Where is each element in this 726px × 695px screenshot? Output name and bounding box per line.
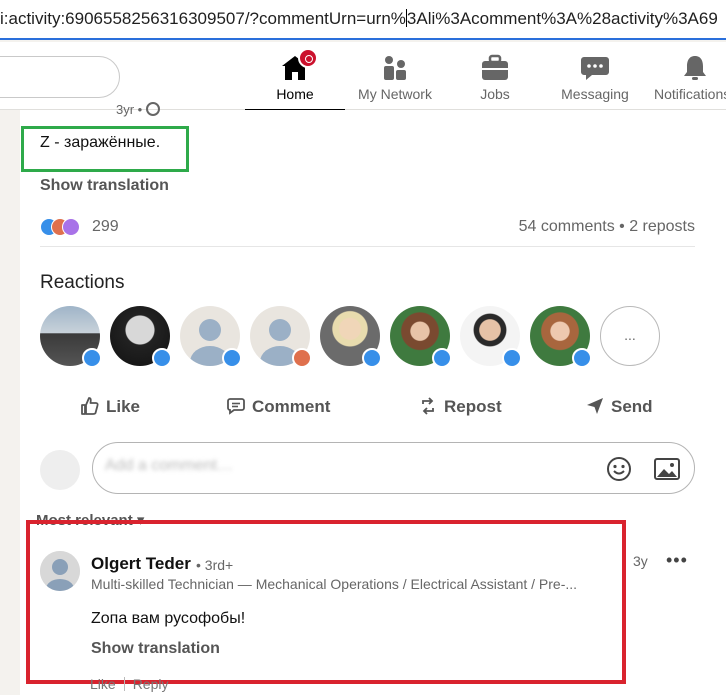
globe-icon (145, 102, 160, 116)
comment-reply-button[interactable]: Reply (133, 676, 169, 692)
emoji-icon[interactable] (606, 456, 632, 482)
nav-my-network[interactable]: My Network (350, 42, 440, 110)
post-actions: Like Comment Repost Send (20, 390, 726, 430)
reactor-avatar[interactable] (40, 306, 102, 368)
more-reactors-button[interactable]: ... (600, 306, 660, 366)
commenter-name[interactable]: Olgert Teder (91, 554, 191, 574)
reaction-icons (40, 216, 90, 238)
send-icon (585, 396, 605, 416)
post-show-translation[interactable]: Show translation (40, 177, 169, 195)
url-text-right: 3Ali%3Acomment%3A%28activity%3A69 (406, 9, 718, 28)
connection-degree: • 3rd+ (196, 557, 234, 573)
network-icon (380, 54, 410, 82)
briefcase-icon (480, 54, 510, 82)
nav-jobs[interactable]: Jobs (460, 42, 530, 110)
address-bar[interactable]: i:activity:6906558256316309507/?commentU… (0, 0, 726, 40)
repost-icon (418, 396, 438, 416)
home-icon (280, 48, 318, 82)
reactor-avatar[interactable] (250, 306, 312, 368)
post-text: Z - заражённые. (40, 134, 161, 151)
comment-highlight (26, 520, 626, 684)
like-badge-icon (502, 348, 522, 368)
top-navbar: Home My Network Jobs Messaging Notificat… (0, 42, 726, 111)
post-card: 3yr • Z - заражённые. Show translation 2… (20, 102, 726, 695)
nav-jobs-label: Jobs (480, 86, 510, 102)
comment-input[interactable]: Add a comment… (92, 442, 695, 494)
nav-messaging[interactable]: Messaging (555, 42, 635, 110)
thumbs-up-icon (80, 396, 100, 416)
commenter-avatar[interactable] (40, 551, 80, 591)
url-text-left: i:activity:6906558256316309507/?commentU… (0, 9, 406, 28)
reactor-avatar[interactable] (110, 306, 172, 368)
my-avatar (40, 450, 80, 490)
reactor-avatar[interactable] (180, 306, 242, 368)
nav-my-network-label: My Network (358, 86, 432, 102)
image-icon[interactable] (654, 456, 680, 482)
nav-home-label: Home (276, 86, 314, 102)
more-options-icon[interactable]: ••• (666, 550, 688, 571)
like-button[interactable]: Like (80, 396, 140, 417)
search-input[interactable] (0, 56, 120, 98)
nav-messaging-label: Messaging (561, 86, 629, 102)
reactor-avatars: ... (40, 306, 680, 370)
comment-placeholder: Add a comment… (105, 457, 234, 474)
repost-button[interactable]: Repost (418, 396, 502, 417)
reactor-avatar[interactable] (460, 306, 522, 368)
like-badge-icon (82, 348, 102, 368)
comments-reposts-count[interactable]: 54 comments • 2 reposts (519, 218, 695, 236)
divider (123, 677, 125, 691)
like-badge-icon (572, 348, 592, 368)
comment-icon (226, 396, 246, 416)
commenter-headline: Multi-skilled Technician — Mechanical Op… (91, 576, 578, 592)
love-badge-icon (292, 348, 312, 368)
reactions-count[interactable]: 299 (92, 218, 119, 236)
support-reaction-icon (62, 218, 80, 236)
nav-notifications[interactable]: Notifications (650, 42, 726, 110)
divider (40, 246, 695, 247)
notification-badge (298, 48, 318, 68)
messaging-icon (580, 54, 610, 82)
reactor-avatar[interactable] (530, 306, 592, 368)
post-timestamp: 3yr • (116, 102, 160, 117)
comment-time: 3y (633, 553, 648, 569)
like-badge-icon (152, 348, 172, 368)
comment-text: Zопа вам русофобы! (91, 610, 246, 627)
nav-notifications-label: Notifications (654, 86, 726, 102)
comment-like-button[interactable]: Like (90, 676, 116, 692)
social-counts: 299 54 comments • 2 reposts (40, 216, 695, 244)
nav-home[interactable]: Home (245, 42, 345, 111)
like-badge-icon (362, 348, 382, 368)
comment-button[interactable]: Comment (226, 396, 330, 417)
like-badge-icon (222, 348, 242, 368)
reactions-heading: Reactions (40, 272, 125, 293)
comment-actions: Like Reply (90, 676, 168, 692)
like-badge-icon (432, 348, 452, 368)
reactor-avatar[interactable] (320, 306, 382, 368)
send-button[interactable]: Send (585, 396, 653, 417)
bell-icon (680, 54, 710, 82)
comment-show-translation[interactable]: Show translation (91, 640, 220, 658)
reactor-avatar[interactable] (390, 306, 452, 368)
